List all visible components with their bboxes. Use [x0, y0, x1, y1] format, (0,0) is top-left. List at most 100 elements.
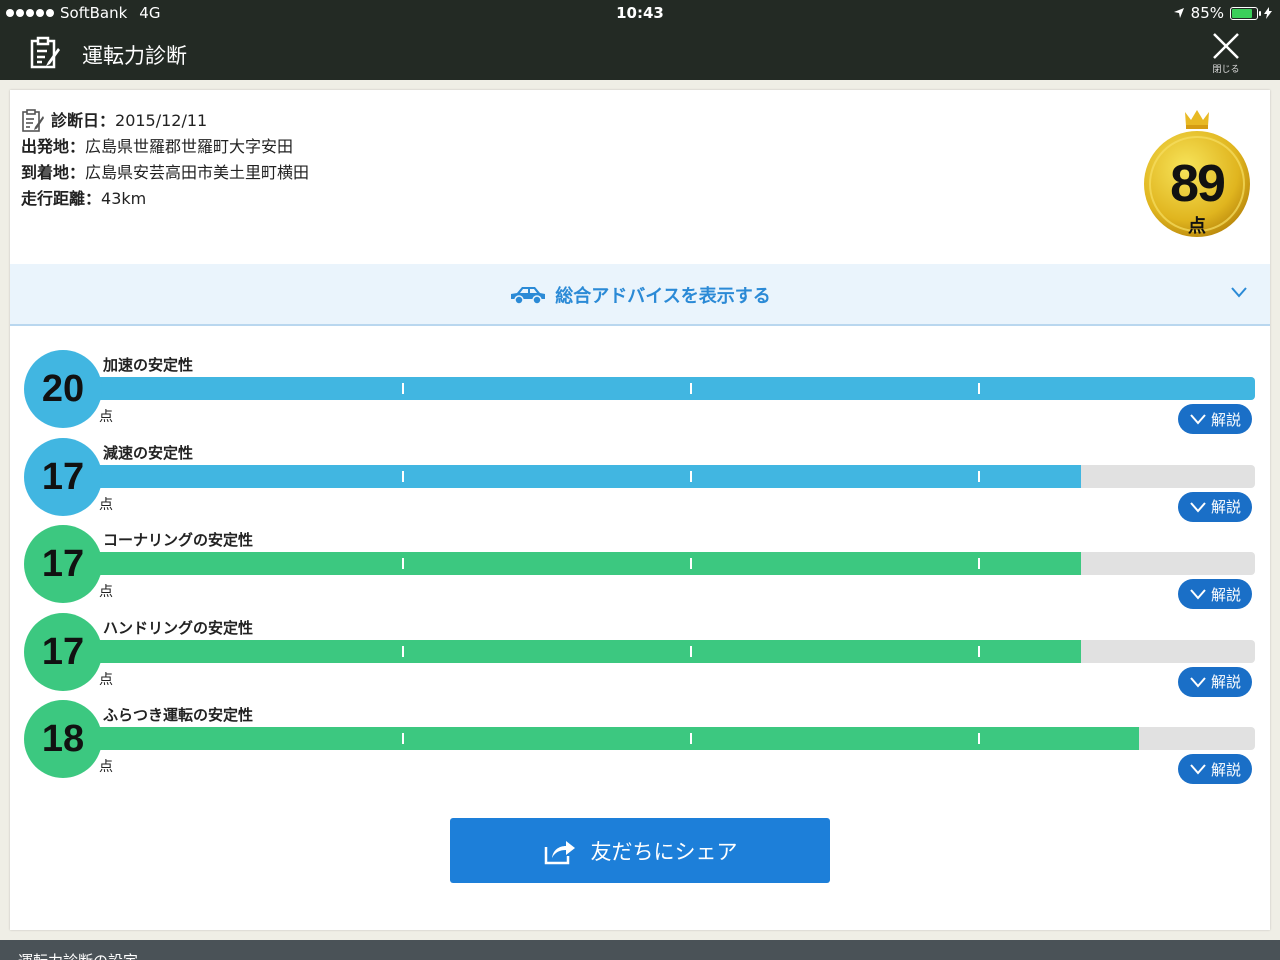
metric-label: 加速の安定性 — [103, 356, 194, 374]
metric-bar-fill — [94, 639, 1081, 663]
metric-bar-tick — [978, 645, 980, 657]
memo-icon — [30, 36, 60, 69]
share-icon — [544, 840, 575, 864]
distance-value: 43km — [101, 189, 147, 208]
share-label: 友だちにシェア — [590, 839, 738, 864]
memo-icon — [22, 109, 44, 132]
arrival-row: 到着地： 広島県安芸高田市美土里町横田 — [21, 160, 309, 186]
metric-bar-tick — [690, 558, 692, 569]
metric-label: ふらつき運転の安定性 — [103, 706, 254, 724]
chevron-down-icon — [1190, 676, 1206, 688]
metric-unit: 点 — [99, 759, 113, 775]
close-button[interactable]: 閉じる — [1202, 30, 1250, 76]
chevron-down-icon — [1190, 589, 1206, 600]
metric-row: 20 加速の安定性点 解説 — [24, 350, 1256, 438]
departure-row: 出発地： 広島県世羅郡世羅町大字安田 — [21, 134, 309, 160]
metric-row: 17 ハンドリングの安定性点 解説 — [24, 612, 1256, 701]
metric-label: ハンドリングの安定性 — [103, 618, 254, 637]
date-row: 診断日： 2015/12/11 — [21, 108, 309, 134]
diagnosis-card: 診断日： 2015/12/11 出発地： 広島県世羅郡世羅町大字安田 到着地： … — [10, 90, 1270, 930]
metric-unit: 点 — [99, 584, 113, 600]
metric-unit: 点 — [99, 496, 113, 513]
close-label: 閉じる — [1212, 65, 1240, 75]
metric-bar-track — [94, 727, 1255, 750]
charging-bolt-icon — [1264, 7, 1272, 19]
explain-button[interactable]: 解説 — [1178, 491, 1252, 522]
metric-bar-tick — [690, 383, 692, 394]
metric-bar-tick — [402, 645, 404, 657]
explain-label: 解説 — [1210, 585, 1241, 604]
total-score-medal: 89 点 — [1144, 108, 1254, 242]
metric-bar-fill — [94, 727, 1139, 750]
trip-info: 診断日： 2015/12/11 出発地： 広島県世羅郡世羅町大字安田 到着地： … — [21, 108, 309, 212]
metric-row: 18 ふらつき運転の安定性点 解説 — [24, 700, 1256, 788]
explain-label: 解説 — [1210, 760, 1241, 779]
metric-bar-tick — [690, 733, 692, 744]
metric-bar-fill — [94, 377, 1255, 400]
explain-label: 解説 — [1210, 673, 1241, 691]
share-button[interactable]: 友だちにシェア — [450, 818, 830, 883]
distance-row: 走行距離： 43km — [21, 186, 309, 212]
metric-bar-track — [94, 639, 1255, 663]
explain-button[interactable]: 解説 — [1178, 404, 1252, 434]
metric-label: 減速の安定性 — [103, 443, 194, 462]
chevron-down-icon — [1190, 501, 1206, 513]
metric-bar-track — [94, 464, 1255, 488]
metric-row: 17 コーナリングの安定性点 解説 — [24, 525, 1256, 613]
explain-label: 解説 — [1210, 498, 1241, 516]
status-bar: SoftBank 4G 10:43 85% — [0, 0, 1280, 26]
metric-bar-tick — [690, 470, 692, 482]
metric-bar-fill — [94, 464, 1081, 488]
metric-bar-track — [94, 377, 1255, 400]
explain-button[interactable]: 解説 — [1178, 579, 1252, 609]
metric-bar-tick — [402, 558, 404, 569]
total-score-unit: 点 — [1188, 216, 1206, 237]
departure-value: 広島県世羅郡世羅町大字安田 — [85, 137, 294, 156]
explain-button[interactable]: 解説 — [1178, 754, 1252, 784]
metric-bar-tick — [978, 733, 980, 744]
battery-percent: 85% — [1190, 4, 1224, 22]
metric-score: 17 — [24, 525, 102, 603]
car-icon — [511, 287, 546, 305]
metric-bar-tick — [402, 383, 404, 394]
metric-bar-tick — [978, 383, 980, 394]
total-score-value: 89 — [1170, 155, 1226, 213]
advice-toggle[interactable]: 総合アドバイスを表示する — [10, 264, 1270, 326]
battery-icon — [1230, 6, 1261, 20]
metric-unit: 点 — [99, 671, 113, 688]
chevron-down-icon — [1190, 764, 1206, 775]
settings-bar[interactable]: 運転力診断の設定 — [0, 940, 1280, 960]
metric-row: 17 減速の安定性点 解説 — [24, 437, 1256, 526]
departure-label: 出発地： — [21, 137, 86, 156]
battery-fill — [1232, 8, 1253, 18]
metric-score: 18 — [24, 700, 102, 778]
status-time: 10:43 — [616, 4, 664, 22]
advice-content: 総合アドバイスを表示する — [10, 282, 1270, 308]
chevron-down-icon — [1231, 287, 1247, 298]
date-label: 診断日： — [51, 111, 116, 130]
metric-bar-fill — [94, 552, 1081, 575]
distance-label: 走行距離： — [21, 189, 102, 208]
arrival-value: 広島県安芸高田市美土里町横田 — [85, 163, 310, 182]
metric-score: 17 — [24, 437, 102, 516]
status-right: 85% — [1173, 4, 1272, 22]
metric-bar-tick — [402, 470, 404, 482]
metric-score: 17 — [24, 612, 102, 691]
date-value: 2015/12/11 — [115, 111, 208, 130]
advice-label: 総合アドバイスを表示する — [555, 286, 771, 307]
metric-unit: 点 — [99, 409, 113, 425]
close-icon — [1213, 33, 1239, 59]
location-arrow-icon — [1173, 8, 1184, 18]
settings-label: 運転力診断の設定 — [18, 950, 138, 960]
metric-bar-tick — [978, 558, 980, 569]
metric-bar-tick — [690, 645, 692, 657]
explain-button[interactable]: 解説 — [1178, 666, 1252, 697]
metric-label: コーナリングの安定性 — [103, 531, 254, 549]
metric-score: 20 — [24, 350, 102, 428]
chevron-down-icon — [1190, 414, 1206, 425]
metric-bar-track — [94, 552, 1255, 575]
explain-label: 解説 — [1210, 410, 1241, 429]
metric-bar-tick — [402, 733, 404, 744]
metric-bar-tick — [978, 470, 980, 482]
page-title: 運転力診断 — [82, 44, 187, 68]
